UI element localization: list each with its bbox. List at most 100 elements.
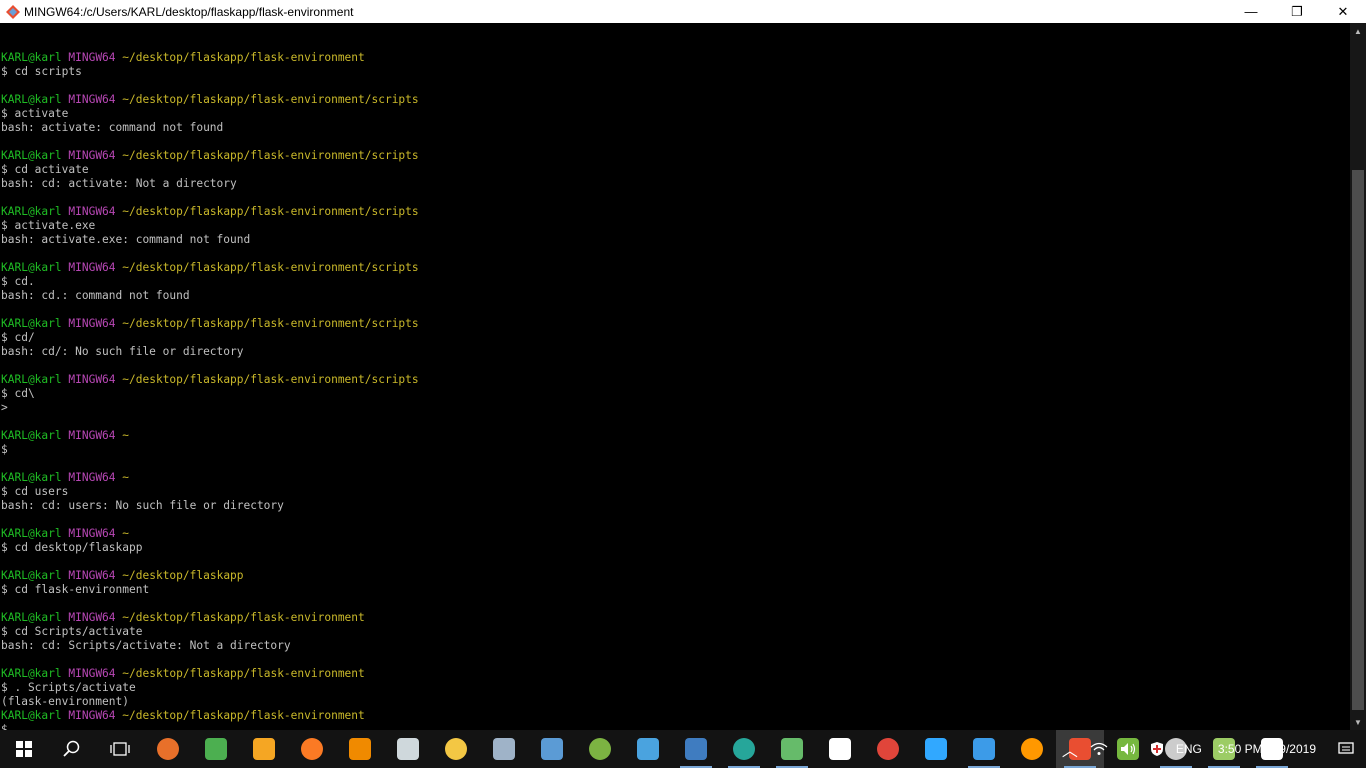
prompt-user: KARL@karl [1,93,62,106]
taskbar-app-file-explorer[interactable] [432,730,480,768]
taskbar: ︿ ENG 3:50 PM 4/29/2019 [0,730,1366,768]
output-line: $ cd Scripts/activate [1,625,143,638]
taskbar-app-scanner[interactable] [384,730,432,768]
taskbar-app-python[interactable] [672,730,720,768]
taskbar-app-photoshop[interactable] [912,730,960,768]
scroll-down-arrow-icon[interactable]: ▼ [1350,714,1366,730]
prompt-line: KARL@karl MINGW64 ~/desktop/flaskapp/fla… [1,317,1350,331]
output-line: (flask-environment) [1,695,129,708]
clock[interactable]: 3:50 PM 4/29/2019 [1208,730,1326,768]
taskbar-app-system-settings[interactable] [480,730,528,768]
taskbar-app-vscode[interactable] [960,730,1008,768]
prompt-line: KARL@karl MINGW64 ~/desktop/flaskapp/fla… [1,373,1350,387]
prompt-line: KARL@karl MINGW64 ~/desktop/flaskapp/fla… [1,51,1350,65]
chrome-icon [877,738,899,760]
volume-tray-button[interactable] [1114,730,1144,768]
prompt-path: ~/desktop/flaskapp [122,569,244,582]
output-line: $ cd activate [1,163,89,176]
prompt-line: KARL@karl MINGW64 ~/desktop/flaskapp/fla… [1,261,1350,275]
taskbar-app-firefox[interactable] [144,730,192,768]
maximize-button[interactable]: ❐ [1274,0,1320,23]
output-line: $ cd. [1,275,35,288]
output-line: $ [1,443,8,456]
prompt-path: ~/desktop/flaskapp/flask-environment/scr… [122,261,419,274]
taskbar-app-weibo[interactable] [1008,730,1056,768]
output-line: bash: activate.exe: command not found [1,233,251,246]
taskbar-app-xampp[interactable] [288,730,336,768]
scrollbar-thumb[interactable] [1352,170,1364,710]
task-view-button[interactable] [96,730,144,768]
prompt-host: MINGW64 [68,429,116,442]
input-language-button[interactable]: ENG [1170,730,1208,768]
output-line: $ . Scripts/activate [1,681,136,694]
taskbar-app-vlc[interactable] [336,730,384,768]
prompt-line: KARL@karl MINGW64 ~/desktop/flaskapp/fla… [1,149,1350,163]
output-line: $ cd flask-environment [1,583,150,596]
search-button[interactable] [48,730,96,768]
prompt-user: KARL@karl [1,429,62,442]
prompt-user: KARL@karl [1,149,62,162]
close-button[interactable]: ✕ [1320,0,1366,23]
virtualbox-icon [541,738,563,760]
taskbar-app-image-viewer[interactable] [624,730,672,768]
firefox-icon [157,738,179,760]
taskbar-app-settings-gear[interactable] [816,730,864,768]
prompt-path: ~/desktop/flaskapp/flask-environment/scr… [122,317,419,330]
prompt-path: ~/desktop/flaskapp/flask-environment/scr… [122,205,419,218]
prompt-path: ~ [122,429,130,442]
show-hidden-icons-button[interactable]: ︿ [1056,730,1084,768]
output-line: $ [1,723,8,730]
prompt-host: MINGW64 [68,667,116,680]
taskbar-app-editor[interactable] [720,730,768,768]
taskbar-app-chrome[interactable] [864,730,912,768]
terminal-output[interactable]: KARL@karl MINGW64 ~/desktop/flaskapp/fla… [0,23,1350,730]
output-line: bash: cd: activate: Not a directory [1,177,237,190]
notification-icon [1338,742,1354,754]
prompt-host: MINGW64 [68,261,116,274]
notepad-icon [781,738,803,760]
system-tray: ︿ ENG 3:50 PM 4/29/2019 [1056,730,1366,768]
prompt-host: MINGW64 [68,205,116,218]
terminal-scrollbar[interactable]: ▲ ▼ [1350,23,1366,730]
taskbar-app-notepad[interactable] [768,730,816,768]
clock-date: 4/29/2019 [1262,742,1316,756]
scroll-up-arrow-icon[interactable]: ▲ [1350,23,1366,39]
prompt-path: ~/desktop/flaskapp/flask-environment [122,667,365,680]
scanner-icon [397,738,419,760]
taskbar-app-virtualbox[interactable] [528,730,576,768]
minimize-button[interactable]: — [1228,0,1274,23]
prompt-user: KARL@karl [1,51,62,64]
speaker-icon [1120,743,1135,755]
security-tray-button[interactable] [1144,730,1170,768]
search-icon [63,740,80,757]
weibo-icon [1021,738,1043,760]
wifi-icon [1090,742,1108,755]
output-line: $ activate.exe [1,219,96,232]
taskbar-app-media-player[interactable] [240,730,288,768]
windows-logo-icon [16,741,32,757]
prompt-line: KARL@karl MINGW64 ~/desktop/flaskapp [1,569,1350,583]
prompt-path: ~/desktop/flaskapp/flask-environment [122,709,365,722]
action-center-button[interactable] [1326,730,1366,768]
taskbar-app-android-studio[interactable] [576,730,624,768]
file-explorer-icon [445,738,467,760]
title-bar[interactable]: MINGW64:/c/Users/KARL/desktop/flaskapp/f… [0,0,1366,23]
prompt-host: MINGW64 [68,149,116,162]
taskbar-app-cloud-drive[interactable] [192,730,240,768]
prompt-path: ~/desktop/flaskapp/flask-environment [122,51,365,64]
network-tray-button[interactable] [1084,730,1114,768]
prompt-line: KARL@karl MINGW64 ~ [1,527,1350,541]
prompt-user: KARL@karl [1,667,62,680]
prompt-host: MINGW64 [68,709,116,722]
start-button[interactable] [0,730,48,768]
prompt-user: KARL@karl [1,569,62,582]
output-line: $ cd users [1,485,69,498]
prompt-line: KARL@karl MINGW64 ~ [1,429,1350,443]
